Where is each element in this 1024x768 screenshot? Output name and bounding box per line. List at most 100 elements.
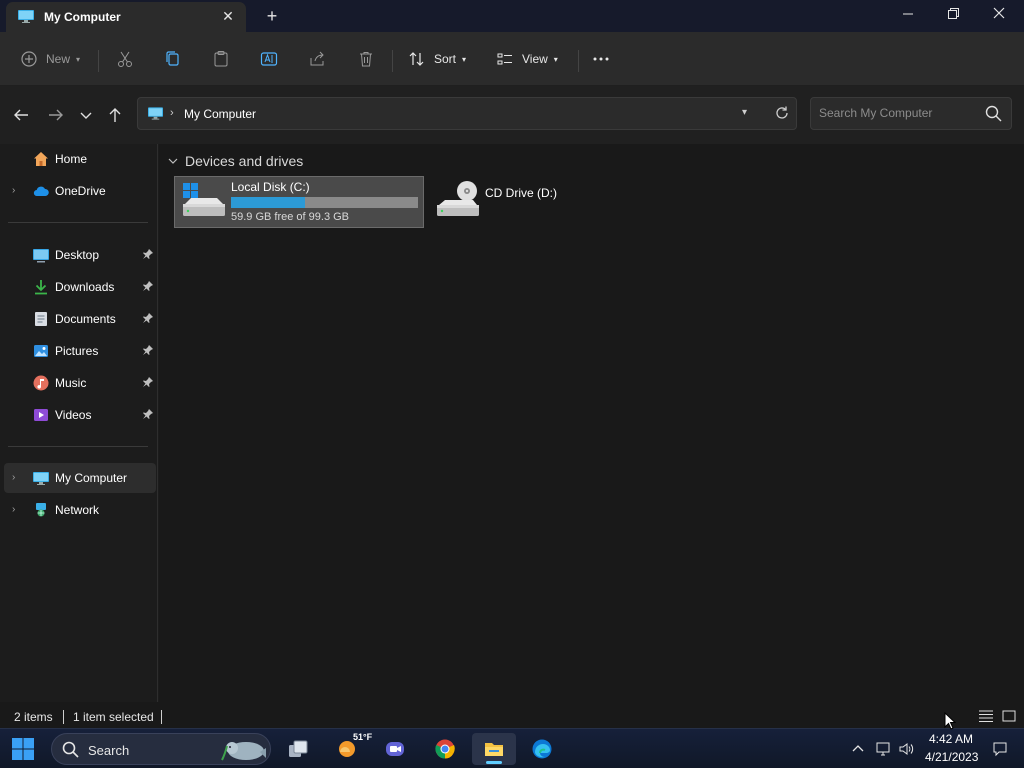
task-view-icon xyxy=(289,740,308,757)
sidebar-item-label: OneDrive xyxy=(55,184,106,198)
sidebar-item-music[interactable]: Music xyxy=(4,368,156,398)
taskbar-search[interactable]: Search xyxy=(51,733,271,765)
delete-button[interactable] xyxy=(357,48,375,70)
taskbar-file-explorer[interactable] xyxy=(472,733,516,765)
sidebar-item-downloads[interactable]: Downloads xyxy=(4,272,156,302)
taskbar-task-view[interactable] xyxy=(278,733,318,765)
view-label: View xyxy=(522,52,548,66)
hard-drive-icon xyxy=(183,183,225,216)
rename-button[interactable] xyxy=(260,48,278,70)
drive-usage-bar xyxy=(231,197,418,208)
cloud-icon xyxy=(33,186,49,197)
sidebar-divider xyxy=(8,222,148,223)
copy-icon xyxy=(166,51,179,66)
notifications-icon[interactable] xyxy=(992,741,1008,757)
sidebar-item-documents[interactable]: Documents xyxy=(4,304,156,334)
more-options-button[interactable] xyxy=(592,48,610,70)
close-window-icon[interactable] xyxy=(984,4,1014,26)
status-divider xyxy=(161,710,162,724)
sidebar-item-network[interactable]: › Network xyxy=(4,495,156,525)
active-app-indicator xyxy=(486,761,502,764)
show-hidden-icons-chevron-icon[interactable] xyxy=(850,741,866,757)
copy-button[interactable] xyxy=(164,48,182,70)
chevron-right-icon[interactable]: › xyxy=(12,472,15,483)
sidebar-item-desktop[interactable]: Desktop xyxy=(4,240,156,270)
recent-locations-chevron-icon[interactable] xyxy=(78,106,94,124)
sidebar-item-label: Videos xyxy=(55,408,92,422)
taskbar-teams[interactable] xyxy=(375,733,415,765)
delete-icon xyxy=(360,52,372,67)
search-box[interactable] xyxy=(810,97,1012,130)
search-input[interactable] xyxy=(819,106,979,120)
paste-button[interactable] xyxy=(212,48,230,70)
restore-icon[interactable] xyxy=(938,4,968,26)
computer-icon xyxy=(18,10,34,23)
sidebar-item-pictures[interactable]: Pictures xyxy=(4,336,156,366)
sidebar-item-onedrive[interactable]: › OneDrive xyxy=(4,176,156,206)
sidebar-divider xyxy=(8,446,148,447)
search-highlight-manatee-icon xyxy=(221,742,266,761)
share-button[interactable] xyxy=(308,48,326,70)
sidebar-item-videos[interactable]: Videos xyxy=(4,400,156,430)
breadcrumb-my-computer[interactable]: My Computer xyxy=(184,107,256,121)
details-view-icon[interactable] xyxy=(979,710,993,722)
picture-icon xyxy=(34,345,48,357)
computer-icon xyxy=(33,472,49,485)
pin-icon xyxy=(143,377,153,387)
edge-icon xyxy=(532,739,552,759)
sidebar-item-home[interactable]: Home xyxy=(4,144,156,174)
sidebar-item-label: Pictures xyxy=(55,344,99,358)
large-icons-view-icon[interactable] xyxy=(1002,710,1016,722)
volume-icon[interactable] xyxy=(898,741,914,757)
forward-arrow-icon[interactable] xyxy=(47,106,65,124)
tab-my-computer[interactable]: My Computer ✕ xyxy=(6,2,246,32)
sidebar-item-my-computer[interactable]: › My Computer xyxy=(4,463,156,493)
taskbar-chrome[interactable] xyxy=(425,733,465,765)
pin-icon xyxy=(143,249,153,259)
chevron-down-icon: ▾ xyxy=(76,54,81,64)
address-history-chevron-icon[interactable]: ▾ xyxy=(742,107,747,118)
taskbar-weather[interactable]: 51°F xyxy=(327,732,372,765)
refresh-icon[interactable] xyxy=(774,105,790,121)
close-tab-icon[interactable]: ✕ xyxy=(220,8,236,24)
chevron-down-icon: ▾ xyxy=(462,54,467,64)
address-bar[interactable]: › My Computer ▾ xyxy=(137,97,797,130)
chevron-right-icon[interactable]: › xyxy=(12,185,15,196)
share-icon xyxy=(310,51,324,66)
search-icon[interactable] xyxy=(985,105,1002,122)
taskbar-edge[interactable] xyxy=(522,733,562,765)
drive-cd-d[interactable]: CD Drive (D:) xyxy=(429,176,589,228)
network-icon xyxy=(36,503,46,517)
navigation-pane: Home › OneDrive Desktop Downloads Docume… xyxy=(0,144,158,702)
drive-name: CD Drive (D:) xyxy=(485,186,557,200)
view-button[interactable]: View ▾ xyxy=(496,48,558,70)
download-icon xyxy=(35,280,47,295)
pin-icon xyxy=(143,345,153,355)
windows-start-icon[interactable] xyxy=(12,738,34,760)
view-icon xyxy=(497,53,512,65)
sidebar-item-label: My Computer xyxy=(55,471,128,485)
breadcrumb-chevron-icon[interactable]: › xyxy=(170,107,174,119)
music-icon xyxy=(33,375,49,391)
navigation-bar: › My Computer ▾ xyxy=(0,86,1024,144)
network-status-icon[interactable] xyxy=(875,741,891,757)
weather-icon xyxy=(339,741,355,757)
weather-temperature: 51°F xyxy=(353,732,373,742)
new-tab-button[interactable]: + xyxy=(262,6,282,26)
drive-local-disk-c[interactable]: Local Disk (C:) 59.9 GB free of 99.3 GB xyxy=(174,176,424,228)
sidebar-item-label: Home xyxy=(55,152,88,166)
minimize-icon[interactable] xyxy=(893,4,923,26)
cut-button[interactable] xyxy=(116,48,134,70)
computer-icon xyxy=(148,107,163,120)
up-arrow-icon[interactable] xyxy=(106,106,124,124)
sort-button[interactable]: Sort ▾ xyxy=(408,48,466,70)
chevron-right-icon[interactable]: › xyxy=(12,504,15,515)
toolbar-divider xyxy=(98,50,99,72)
new-button[interactable]: New ▾ xyxy=(20,48,80,70)
file-explorer-icon xyxy=(485,743,503,756)
group-header-devices[interactable]: Devices and drives xyxy=(167,153,303,169)
back-arrow-icon[interactable] xyxy=(12,106,30,124)
clock-date[interactable]: 4/21/2023 xyxy=(925,750,978,764)
clock-time[interactable]: 4:42 AM xyxy=(929,732,973,746)
cut-icon xyxy=(118,51,132,67)
